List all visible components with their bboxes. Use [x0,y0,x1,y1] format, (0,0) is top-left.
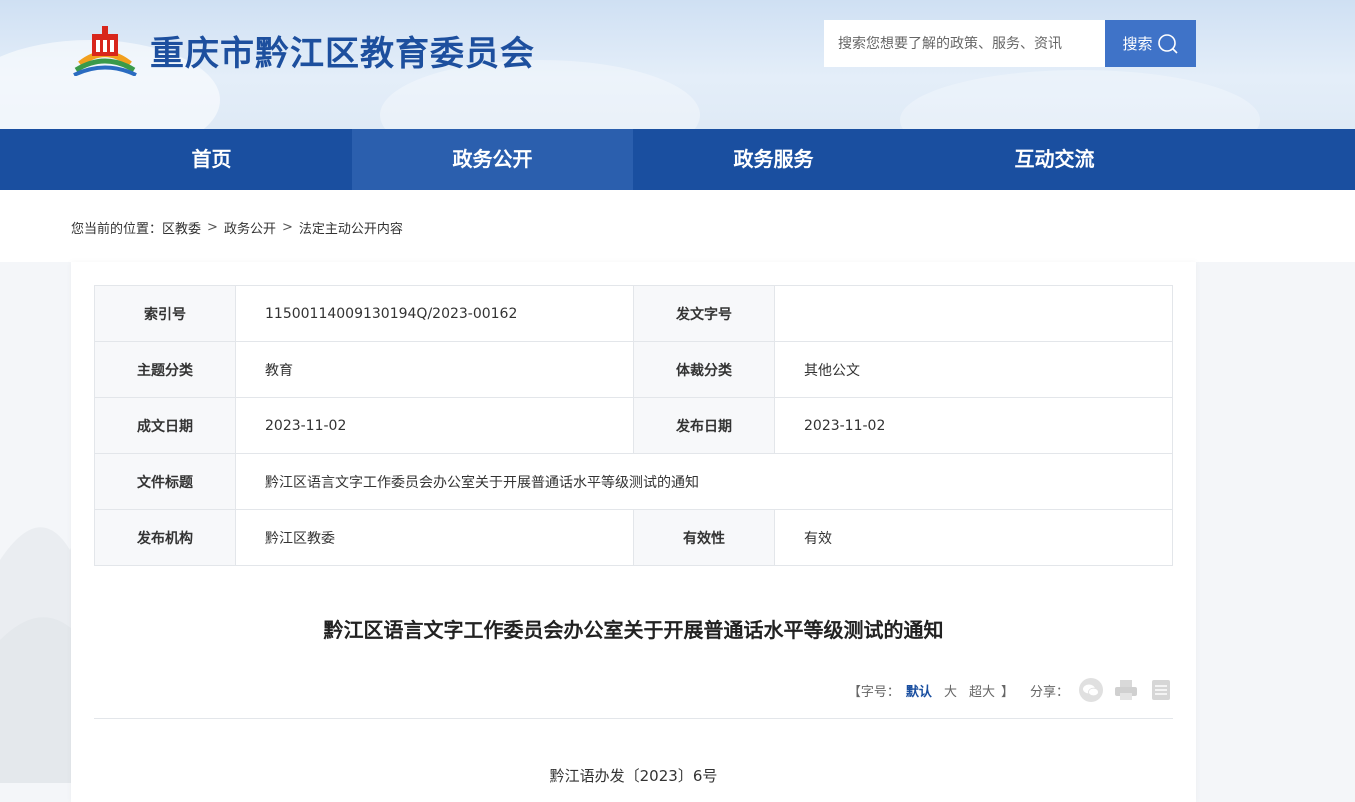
meta-key-written-date: 成文日期 [94,397,236,454]
site-logo[interactable]: 重庆市黔江区教育委员会 [72,24,535,77]
search-icon [1157,33,1178,54]
nav-item-home[interactable]: 首页 [71,129,352,190]
table-row: 发布机构 黔江区教委 有效性 有效 [94,509,1173,566]
main-nav: 首页 政务公开 政务服务 互动交流 [0,129,1355,190]
meta-key-publish-date: 发布日期 [633,397,775,454]
header-cloud [900,70,1260,129]
breadcrumb-link-statutory-content[interactable]: 法定主动公开内容 [299,218,403,237]
breadcrumb-link-government-affairs[interactable]: 政务公开 [224,218,276,237]
divider [94,718,1173,719]
meta-value-topic: 教育 [235,341,634,398]
meta-value-publish-date: 2023-11-02 [774,397,1173,454]
breadcrumb: 您当前的位置： 区教委 > 政务公开 > 法定主动公开内容 [71,218,403,237]
nav-item-interaction[interactable]: 互动交流 [914,129,1195,190]
emblem-icon [72,24,138,77]
breadcrumb-separator: > [281,220,293,235]
meta-key-doc-number: 发文字号 [633,285,775,342]
bracket-open: 【 [847,684,861,700]
font-size-label: 字号： [860,684,900,700]
search-input[interactable] [824,20,1105,67]
breadcrumb-separator: > [207,220,218,235]
table-row: 文件标题 黔江区语言文字工作委员会办公室关于开展普通话水平等级测试的通知 [94,453,1173,510]
meta-key-publisher: 发布机构 [94,509,236,566]
meta-value-genre: 其他公文 [774,341,1173,398]
table-row: 主题分类 教育 体裁分类 其他公文 [94,341,1173,398]
meta-key-topic: 主题分类 [94,341,236,398]
meta-value-written-date: 2023-11-02 [235,397,634,454]
meta-key-validity: 有效性 [633,509,775,566]
wechat-icon[interactable] [1079,678,1103,702]
document-meta-table: 索引号 11500114009130194Q/2023-00162 发文字号 主… [94,285,1173,566]
search-button-label: 搜索 [1122,35,1153,53]
table-row: 成文日期 2023-11-02 发布日期 2023-11-02 [94,397,1173,454]
site-header: 重庆市黔江区教育委员会 搜索 [0,0,1355,129]
meta-key-file-title: 文件标题 [94,453,236,510]
article-tools: 【 字号： 默认 大 超大 】 分享： [848,678,1173,702]
content-panel: 索引号 11500114009130194Q/2023-00162 发文字号 主… [71,262,1196,802]
table-row: 索引号 11500114009130194Q/2023-00162 发文字号 [94,285,1173,342]
meta-value-file-title: 黔江区语言文字工作委员会办公室关于开展普通话水平等级测试的通知 [235,453,1173,510]
font-size-xlarge[interactable]: 超大 [969,681,995,700]
breadcrumb-link-education-committee[interactable]: 区教委 [162,218,201,237]
meta-value-doc-number [774,285,1173,342]
nav-item-government-affairs[interactable]: 政务公开 [352,129,633,190]
search-box: 搜索 [824,20,1196,67]
font-size-default[interactable]: 默认 [906,681,932,700]
bracket-close: 】 [1000,684,1014,700]
meta-key-index-number: 索引号 [94,285,236,342]
print-icon[interactable] [1113,678,1139,702]
meta-value-publisher: 黔江区教委 [235,509,634,566]
site-title: 重庆市黔江区教育委员会 [150,33,535,74]
search-button[interactable]: 搜索 [1105,20,1196,67]
breadcrumb-prefix: 您当前的位置： [71,222,163,237]
nav-item-government-services[interactable]: 政务服务 [633,129,914,190]
meta-value-validity: 有效 [774,509,1173,566]
document-icon[interactable] [1149,678,1173,702]
document-title: 黔江区语言文字工作委员会办公室关于开展普通话水平等级测试的通知 [323,618,944,642]
meta-key-genre: 体裁分类 [633,341,775,398]
meta-value-index-number: 11500114009130194Q/2023-00162 [235,285,634,342]
font-size-large[interactable]: 大 [944,681,957,700]
share-label: 分享： [1029,684,1069,700]
